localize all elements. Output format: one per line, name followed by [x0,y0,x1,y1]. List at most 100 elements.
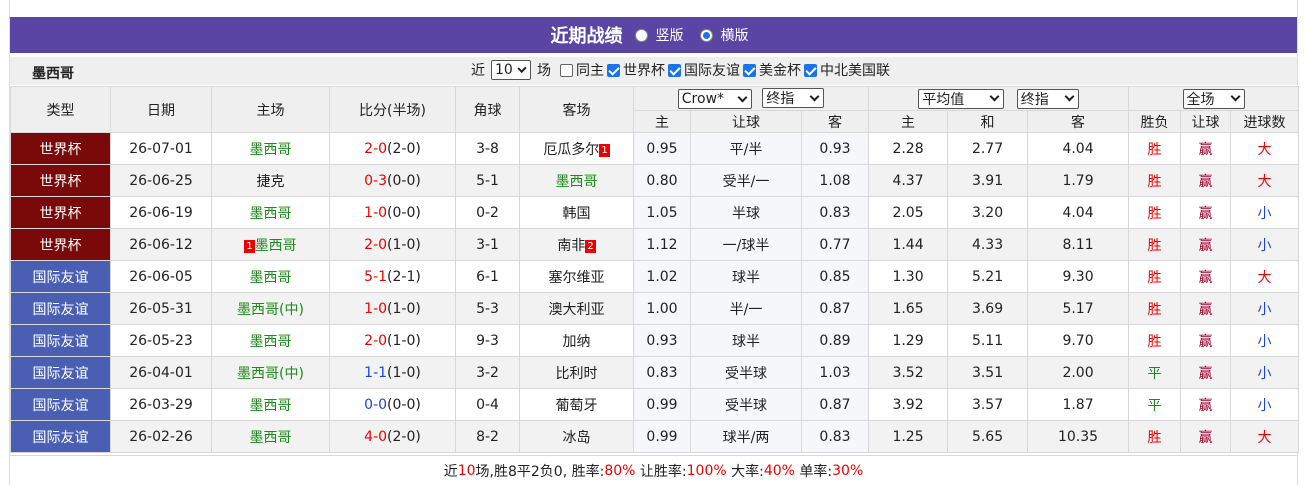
match-type: 世界杯 [10,132,111,165]
layout-horizontal-radio[interactable] [699,28,713,42]
col-date: 日期 [110,86,212,133]
score-text: 0-0 [364,396,388,413]
odds-home-text: 1.02 [646,268,678,285]
concacaf-league-label: 中北美国联 [820,63,890,79]
half-score-text: (2-0) [387,140,421,157]
summary-t3: 让胜率: [635,463,687,480]
match-type: 世界杯 [10,196,111,229]
table-row[interactable]: 世界杯 26-07-01 墨西哥 2-0(2-0) 3-8 厄瓜多尔 1 0.95 平/半 0.9… [10,132,1300,165]
match-date: 26-06-25 [110,164,212,197]
result: 胜 [1128,196,1182,229]
friendly-checkbox[interactable] [668,63,681,77]
corner-text: 0-4 [476,396,499,413]
result-text: 平 [1147,365,1162,382]
avg-draw: 5.21 [947,260,1029,293]
avg-away: 9.70 [1027,324,1130,357]
score-text: 0-3 [364,172,388,189]
odds-type-select[interactable]: 终指 [762,88,825,108]
avg-away: 2.00 [1027,356,1130,389]
match-type-label: 世界杯 [39,141,82,158]
average-select[interactable]: 平均值 [918,88,1005,109]
handicap-result: 赢 [1180,132,1232,165]
away-team: 冰岛 [519,420,634,453]
handicap-result-text: 赢 [1198,365,1213,382]
avg-draw-text: 3.91 [971,172,1004,189]
goals-text: 小 [1257,365,1272,382]
half-score-text: (2-0) [387,428,421,445]
recent-count-select[interactable]: 10 [491,60,531,80]
goals-result: 小 [1230,292,1300,325]
table-row[interactable]: 国际友谊 26-03-29 墨西哥 0-0(0-0) 0-4 葡萄牙 0.99 受半球 0.87… [10,388,1300,421]
same-home-checkbox[interactable] [560,63,573,77]
home-team-link: 墨西哥 [249,141,292,158]
match-type-label: 国际友谊 [32,365,89,382]
match-score: 1-1(1-0) [329,356,456,389]
match-date: 26-05-31 [110,292,212,325]
table-row[interactable]: 世界杯 26-06-25 捷克 0-3(0-0) 5-1 墨西哥 0.80 受半/一 1.08 4… [10,164,1300,197]
gold-cup-checkbox[interactable] [743,63,756,77]
score-text: 1-0 [364,204,388,221]
handicap-text: 受半球 [725,365,767,382]
recent-record-panel: 近期战绩 竖版 横版 墨西哥 近 10 场 同主 世界杯 国际友谊 美金杯 中北… [9,0,1300,485]
odds-home-text: 1.00 [646,300,678,317]
odds-away-text: 0.85 [819,268,851,285]
away-team-link: 比利时 [555,365,598,382]
avg-away-text: 10.35 [1057,428,1099,445]
table-row[interactable]: 国际友谊 26-02-26 墨西哥 4-0(2-0) 8-2 冰岛 0.99 球半/两 0.83… [10,420,1300,453]
concacaf-league-checkbox[interactable] [804,63,817,77]
table-row[interactable]: 国际友谊 26-05-23 墨西哥 2-0(1-0) 9-3 加纳 0.93 球半 0.89 1.… [10,324,1300,357]
match-date-text: 26-06-12 [129,236,193,253]
handicap-text: 球半 [732,333,760,350]
layout-horizontal-label[interactable]: 横版 [721,25,749,45]
score-text: 4-0 [364,428,388,445]
filters-group: 近 10 场 同主 世界杯 国际友谊 美金杯 中北美国联 [471,60,890,80]
avg-away-text: 4.04 [1062,140,1094,157]
avg-away-text: 5.17 [1062,300,1094,317]
avg-home: 1.29 [868,324,949,357]
avg-away: 5.17 [1027,292,1130,325]
handicap-result-text: 赢 [1198,237,1213,254]
goals-text: 小 [1257,333,1272,350]
avg-away-text: 9.30 [1062,268,1094,285]
avg-home: 1.30 [868,260,949,293]
goals-result: 小 [1230,196,1300,229]
goals-text: 小 [1257,397,1272,414]
average-type-select[interactable]: 终指 [1016,88,1079,109]
sub-handicap: 让球 [690,110,802,133]
home-team-link: 墨西哥 [249,269,292,286]
avg-draw-text: 2.77 [971,140,1004,157]
away-team-link: 加纳 [562,333,591,350]
match-date-text: 26-07-01 [129,140,193,157]
match-type-label: 国际友谊 [32,301,89,318]
summary-t2: 场,胜8平2负0, 胜率: [475,463,605,480]
avg-draw: 2.77 [947,132,1029,165]
layout-vertical-radio[interactable] [634,28,648,42]
average-header: 平均值 终指 [868,86,1130,111]
odds-type-value: 终指 [766,91,795,107]
world-cup-checkbox[interactable] [607,63,620,77]
table-row[interactable]: 国际友谊 26-05-31 墨西哥(中) 1-0(1-0) 5-3 澳大利亚 1.00 半/一… [10,292,1300,325]
scope-select[interactable]: 全场 [1182,88,1245,109]
handicap-result-text: 赢 [1198,301,1213,318]
match-type-label: 国际友谊 [32,397,89,414]
table-row[interactable]: 国际友谊 26-06-05 墨西哥 5-1(2-1) 6-1 塞尔维亚 1.02 球半 0.85… [10,260,1300,293]
table-row[interactable]: 世界杯 26-06-19 墨西哥 1-0(0-0) 0-2 韩国 1.05 半球 0.83 2.0… [10,196,1300,229]
away-team-link: 冰岛 [562,429,591,446]
layout-vertical-label[interactable]: 竖版 [656,25,684,45]
goals-text: 小 [1257,205,1272,222]
table-row[interactable]: 世界杯 26-06-12 1 墨西哥 2-0(1-0) 3-1 南非 2 1.12 一/球半 0.7… [10,228,1300,261]
handicap-result-text: 赢 [1198,141,1213,158]
bookmaker-select[interactable]: Crow* [677,89,752,109]
result-text: 胜 [1147,269,1162,286]
match-date-text: 26-04-01 [129,364,193,381]
odds-away: 1.03 [800,356,870,389]
recent-prefix: 近 [471,63,485,79]
odds-handicap: 半/一 [690,292,802,325]
match-score: 2-0(2-0) [329,132,456,165]
table-row[interactable]: 国际友谊 26-04-01 墨西哥(中) 1-1(1-0) 3-2 比利时 0.83 受半球 1… [10,356,1300,389]
sub-handicap-result: 让球 [1180,110,1232,133]
match-score: 2-0(1-0) [329,228,456,261]
avg-away: 4.04 [1027,196,1130,229]
goals-result: 小 [1230,324,1300,357]
avg-home: 1.25 [868,420,949,453]
